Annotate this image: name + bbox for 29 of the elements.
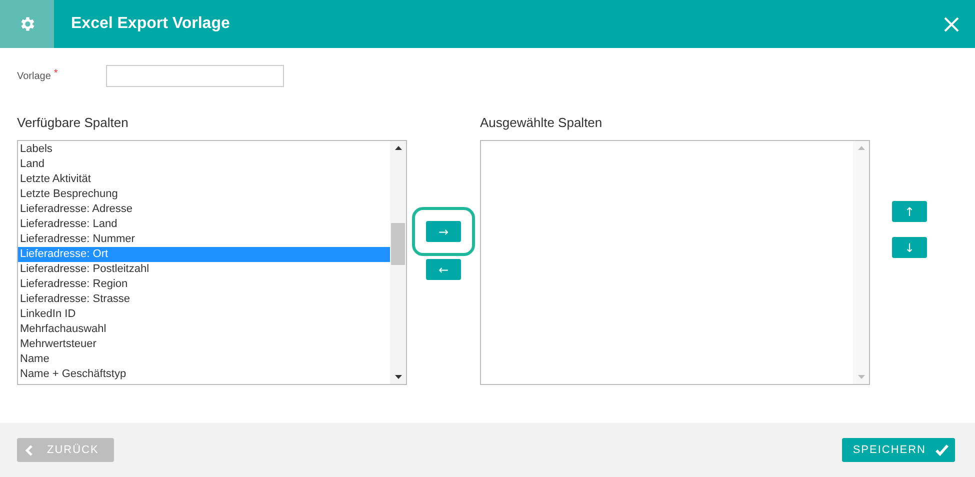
scroll-down-icon[interactable]	[394, 375, 402, 379]
list-item[interactable]: Labels	[18, 142, 390, 157]
chevron-left-icon	[25, 444, 33, 456]
required-mark: *	[54, 68, 58, 79]
window-title: Excel Export Vorlage	[71, 15, 231, 33]
scrollbar[interactable]	[390, 141, 406, 384]
list-item[interactable]: Letzte Aktivität	[18, 172, 390, 187]
close-icon[interactable]	[944, 16, 959, 32]
list-item[interactable]: Lieferadresse: Strasse	[18, 292, 390, 307]
scroll-up-icon[interactable]	[394, 146, 402, 150]
list-item[interactable]: Lieferadresse: Nummer	[18, 232, 390, 247]
column-heading: Verfügbare Spalten	[17, 115, 130, 132]
input-field[interactable]	[106, 65, 284, 87]
list-item[interactable]: Lieferadresse: Adresse	[18, 202, 390, 217]
field-label: Vorlage	[17, 70, 51, 82]
list-item[interactable]: Lieferadresse: Postleitzahl	[18, 262, 390, 277]
settings-button[interactable]	[0, 0, 54, 48]
list-item[interactable]: LinkedIn ID	[18, 307, 390, 322]
list-item[interactable]: Mehrwertsteuer	[18, 337, 390, 352]
list-item[interactable]: Mehrfachauswahl	[18, 322, 390, 337]
list-item[interactable]: Name	[18, 352, 390, 367]
list-item[interactable]: Letzte Besprechung	[18, 187, 390, 202]
scrollbar-thumb[interactable]	[391, 223, 405, 265]
list-item[interactable]: Name + Geschäftstyp	[18, 367, 390, 382]
check-icon	[935, 444, 949, 456]
list-item[interactable]: Land	[18, 157, 390, 172]
list-item[interactable]: Lieferadresse: Region	[18, 277, 390, 292]
list-item[interactable]: Lieferadresse: Land	[18, 217, 390, 232]
column-heading: Ausgewählte Spalten	[480, 115, 604, 132]
